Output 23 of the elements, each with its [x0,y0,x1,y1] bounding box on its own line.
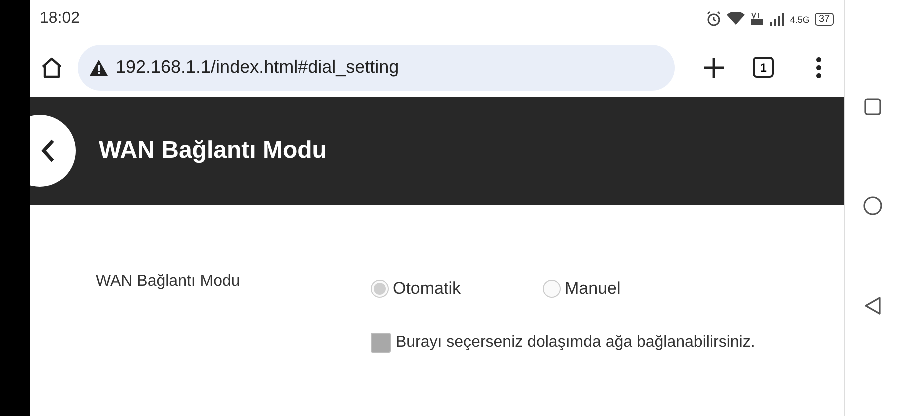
chevron-left-icon [40,139,55,163]
alarm-icon [706,11,722,27]
square-icon[interactable] [864,98,882,116]
radio-label: Manuel [565,279,621,299]
signal-icon [769,12,786,26]
plus-icon[interactable] [703,56,726,78]
triangle-icon[interactable] [864,296,882,316]
battery-level: 37 [814,12,834,26]
field-label: WAN Bağlantı Modu [96,273,242,292]
menu-icon[interactable] [816,56,822,78]
checkbox-label: Burayı seçerseniz dolaşımda ağa bağlanabilirsiniz. [396,334,756,352]
network-type: 4.5G [790,15,810,25]
circle-icon[interactable] [862,196,883,216]
address-bar[interactable]: 192.168.1.1/index.html#dial_setting [78,44,676,90]
volte-icon [750,12,764,26]
warning-icon [90,60,108,76]
home-icon[interactable] [40,56,64,80]
radio-label: Otomatik [392,279,461,299]
url-text: 192.168.1.1/index.html#dial_setting [116,57,400,78]
page-title: WAN Bağlantı Modu [98,137,327,165]
status-time: 18:02 [40,10,80,28]
wifi-icon [727,12,746,26]
tab-count-button[interactable]: 1 [753,57,774,78]
